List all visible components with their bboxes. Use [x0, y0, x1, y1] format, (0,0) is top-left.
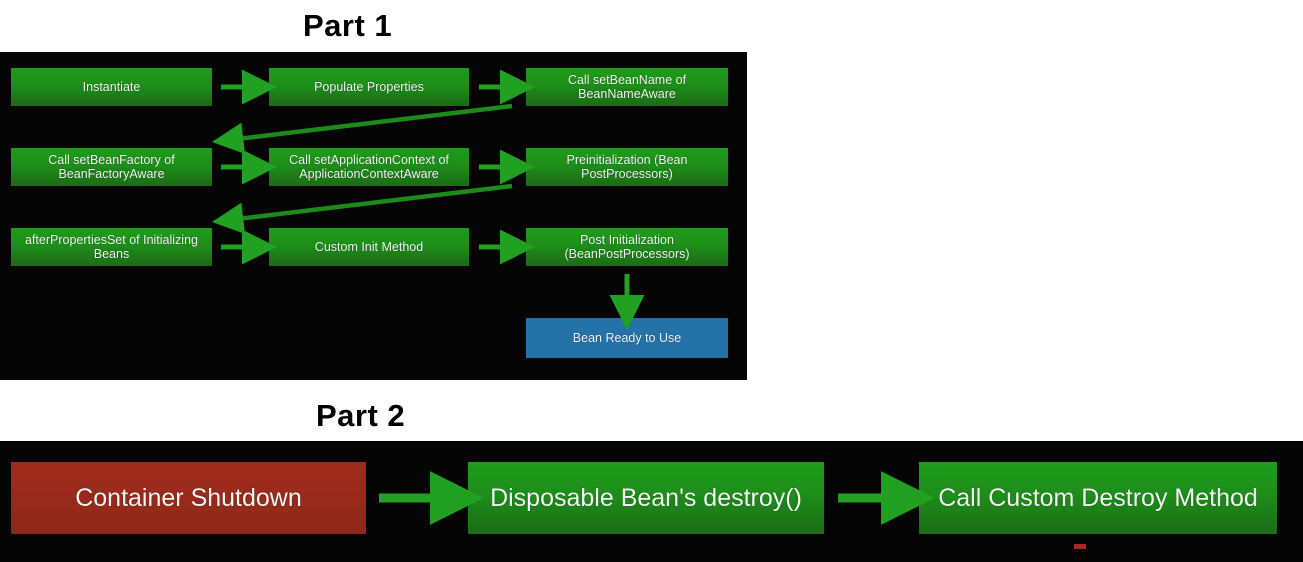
node-disposable-bean-destroy-label: Disposable Bean's destroy() [490, 483, 802, 512]
node-preinitialization: Preinitialization (Bean PostProcessors) [526, 148, 728, 186]
node-custom-init-method-label: Custom Init Method [314, 239, 424, 254]
node-custom-init-method: Custom Init Method [269, 228, 469, 266]
node-disposable-bean-destroy: Disposable Bean's destroy() [468, 462, 824, 534]
node-set-bean-name-line1: Call setBeanName of [567, 72, 687, 87]
node-set-bean-name: Call setBeanName of BeanNameAware [526, 68, 728, 106]
node-after-properties-set-line2: Beans [93, 247, 130, 261]
node-set-bean-name-line2: BeanNameAware [578, 87, 676, 101]
node-set-application-context-line1: Call setApplicationContext of [289, 152, 449, 167]
node-post-initialization-line1: Post Initialization [580, 232, 674, 247]
node-post-initialization-line2: (BeanPostProcessors) [564, 247, 690, 261]
node-preinitialization-line1: Preinitialization (Bean [566, 152, 688, 167]
node-post-initialization: Post Initialization (BeanPostProcessors) [526, 228, 728, 266]
node-set-application-context: Call setApplicationContext of Applicatio… [269, 148, 469, 186]
part2-title: Part 2 [316, 398, 406, 433]
node-bean-ready-to-use-label: Bean Ready to Use [572, 330, 682, 345]
part1-title: Part 1 [303, 8, 393, 43]
node-set-application-context-line2: ApplicationContextAware [299, 167, 439, 181]
stray-red-artifact [1074, 544, 1086, 549]
node-preinitialization-label: Preinitialization (Bean PostProcessors) [567, 153, 688, 182]
node-instantiate-label: Instantiate [82, 79, 141, 94]
node-set-bean-factory: Call setBeanFactory of BeanFactoryAware [11, 148, 212, 186]
node-container-shutdown: Container Shutdown [11, 462, 366, 534]
node-after-properties-set: afterPropertiesSet of Initializing Beans [11, 228, 212, 266]
node-set-bean-name-label: Call setBeanName of BeanNameAware [568, 73, 686, 102]
node-after-properties-set-label: afterPropertiesSet of Initializing Beans [25, 233, 198, 262]
node-populate-properties: Populate Properties [269, 68, 469, 106]
node-preinitialization-line2: PostProcessors) [581, 167, 673, 181]
node-set-bean-factory-line1: Call setBeanFactory of [48, 152, 175, 167]
node-call-custom-destroy-method-label: Call Custom Destroy Method [938, 483, 1258, 512]
diagram-canvas: Part 1 Instantiate Populate Properties C… [0, 0, 1303, 562]
node-populate-properties-label: Populate Properties [314, 79, 424, 94]
node-call-custom-destroy-method: Call Custom Destroy Method [919, 462, 1277, 534]
node-set-application-context-label: Call setApplicationContext of Applicatio… [289, 153, 449, 182]
node-after-properties-set-line1: afterPropertiesSet of Initializing [24, 232, 198, 247]
node-bean-ready-to-use: Bean Ready to Use [526, 318, 728, 358]
node-set-bean-factory-line2: BeanFactoryAware [58, 167, 165, 181]
node-post-initialization-label: Post Initialization (BeanPostProcessors) [564, 233, 689, 262]
node-instantiate: Instantiate [11, 68, 212, 106]
node-set-bean-factory-label: Call setBeanFactory of BeanFactoryAware [48, 153, 174, 182]
node-container-shutdown-label: Container Shutdown [75, 483, 302, 512]
